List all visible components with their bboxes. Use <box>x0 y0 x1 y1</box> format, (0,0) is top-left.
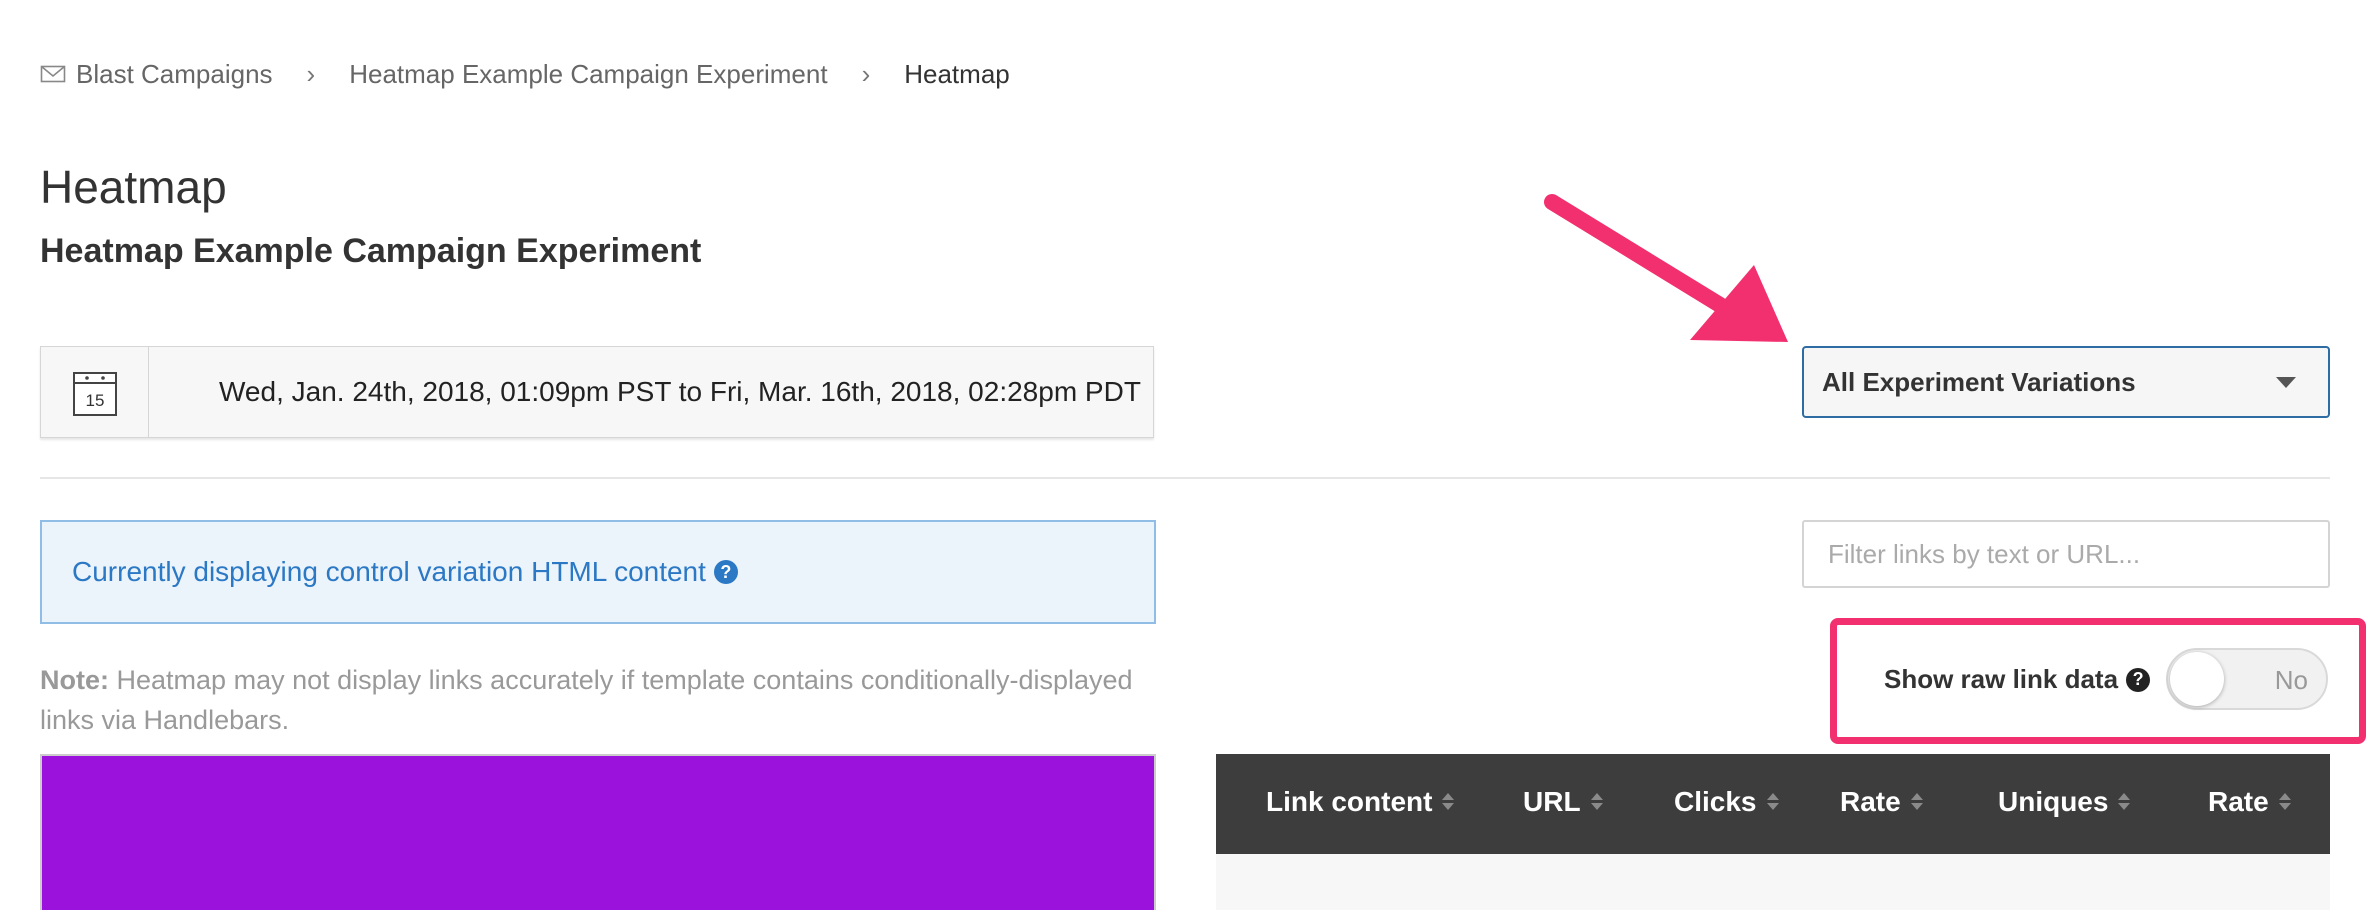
variation-select[interactable]: All Experiment Variations <box>1802 346 2330 418</box>
sort-icon <box>2278 792 2291 812</box>
heatmap-preview <box>40 754 1156 910</box>
column-header-url[interactable]: URL <box>1523 786 1603 818</box>
link-table: Link content URL Clicks Rate Uniques Rat… <box>1216 754 2330 910</box>
raw-link-data-label: Show raw link data ? <box>1884 664 2151 695</box>
column-header-clicks[interactable]: Clicks <box>1674 786 1779 818</box>
help-icon[interactable]: ? <box>2126 667 2151 692</box>
breadcrumb: Blast Campaigns › Heatmap Example Campai… <box>40 52 1010 96</box>
note-text: Note: Heatmap may not display links accu… <box>40 660 1140 740</box>
raw-link-data-text: Show raw link data <box>1884 664 2119 694</box>
variation-select-value: All Experiment Variations <box>1822 366 2136 397</box>
date-range-picker[interactable]: 15 Wed, Jan. 24th, 2018, 01:09pm PST to … <box>40 346 1154 438</box>
calendar-day: 15 <box>85 391 104 410</box>
envelope-icon <box>40 65 66 83</box>
page-title: Heatmap <box>40 161 227 213</box>
info-banner-text: Currently displaying control variation H… <box>72 556 706 587</box>
date-range-text: Wed, Jan. 24th, 2018, 01:09pm PST to Fri… <box>219 376 1141 407</box>
table-header: Link content URL Clicks Rate Uniques Rat… <box>1216 754 2330 854</box>
breadcrumb-campaign[interactable]: Heatmap Example Campaign Experiment <box>349 59 827 90</box>
page-subtitle: Heatmap Example Campaign Experiment <box>40 232 702 270</box>
help-icon[interactable]: ? <box>713 560 738 584</box>
heatmap-page: Blast Campaigns › Heatmap Example Campai… <box>0 0 2370 910</box>
raw-link-data-toggle[interactable]: No <box>2166 648 2328 710</box>
sort-icon <box>1442 792 1455 812</box>
sort-icon <box>2118 792 2131 812</box>
note-body: Heatmap may not display links accurately… <box>40 665 1133 735</box>
filter-links-input[interactable] <box>1802 520 2330 588</box>
breadcrumb-separator: › <box>306 58 316 89</box>
column-header-unique-rate[interactable]: Rate <box>2208 786 2291 818</box>
sort-icon <box>1590 792 1603 812</box>
note-label: Note: <box>40 665 109 695</box>
sort-icon <box>1766 792 1779 812</box>
toggle-knob <box>2170 652 2224 706</box>
info-banner: Currently displaying control variation H… <box>40 520 1156 624</box>
breadcrumb-current: Heatmap <box>904 58 1010 89</box>
annotation-arrow <box>1544 194 1788 342</box>
column-header-rate[interactable]: Rate <box>1840 786 1923 818</box>
sort-icon <box>1910 792 1923 812</box>
divider <box>40 477 2330 479</box>
breadcrumb-blast-campaigns[interactable]: Blast Campaigns <box>76 59 273 90</box>
column-header-link-content[interactable]: Link content <box>1266 786 1455 818</box>
chevron-down-icon <box>2276 376 2296 388</box>
calendar-button[interactable]: 15 <box>41 347 149 437</box>
breadcrumb-separator: › <box>861 58 871 89</box>
calendar-icon: 15 <box>72 372 117 416</box>
column-header-uniques[interactable]: Uniques <box>1998 786 2131 818</box>
toggle-state: No <box>2274 665 2308 695</box>
